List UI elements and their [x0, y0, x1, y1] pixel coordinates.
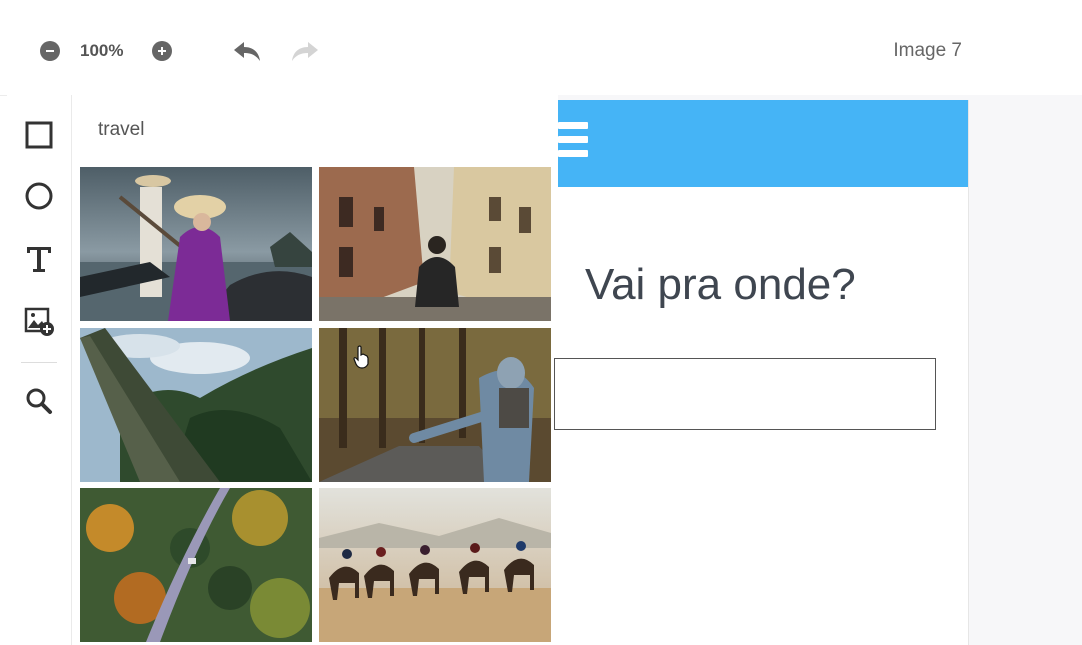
circle-icon [25, 182, 53, 210]
search-icon [26, 388, 52, 414]
image-search-panel: travel [72, 95, 558, 645]
add-image-icon [24, 307, 54, 336]
add-image-tool-button[interactable] [21, 303, 57, 339]
undo-icon[interactable] [230, 37, 264, 65]
destination-input[interactable] [554, 358, 936, 430]
zoom-out-icon[interactable] [40, 41, 60, 61]
hitchhiker-photo[interactable] [319, 328, 551, 482]
boat-woman-photo[interactable] [80, 167, 312, 321]
camels-desert-photo[interactable] [319, 488, 551, 642]
text-tool-button[interactable] [21, 241, 57, 277]
headline-text[interactable]: Vai pra onde? [585, 260, 856, 310]
image-title: Image 7 [893, 40, 962, 61]
hamburger-menu-icon[interactable] [558, 122, 590, 166]
app-header-bar[interactable] [558, 100, 968, 187]
search-tool-button[interactable] [21, 383, 57, 419]
top-bar: 100% Image 7 [0, 0, 1082, 96]
forest-road-photo[interactable] [80, 488, 312, 642]
design-canvas-area: Vai pra onde? [554, 95, 1082, 645]
toolbar-divider [21, 362, 57, 363]
redo-icon[interactable] [288, 37, 322, 65]
circle-tool-button[interactable] [21, 178, 57, 214]
text-icon [27, 247, 51, 272]
search-query-label[interactable]: travel [98, 119, 144, 141]
zoom-in-icon[interactable] [152, 41, 172, 61]
rectangle-tool-button[interactable] [21, 117, 57, 153]
tools-toolbar [7, 95, 72, 645]
rectangle-icon [25, 121, 53, 149]
forest-photo[interactable] [80, 328, 312, 482]
zoom-level: 100% [80, 41, 124, 60]
canvas-page[interactable]: Vai pra onde? [554, 100, 969, 645]
alley-man-photo[interactable] [319, 167, 551, 321]
